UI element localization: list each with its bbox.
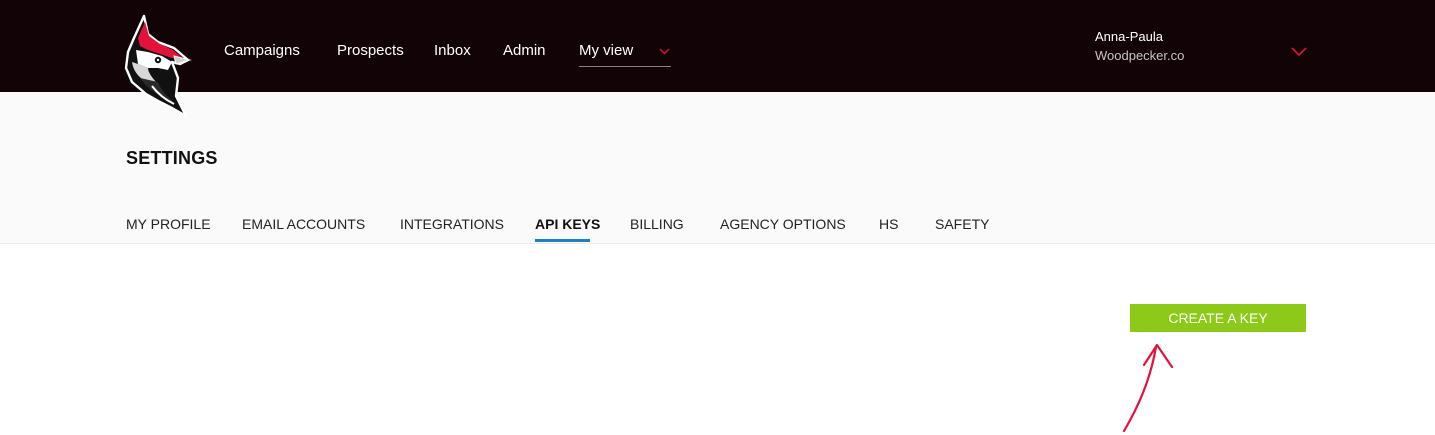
nav-item-campaigns[interactable]: Campaigns [224, 42, 300, 59]
my-view-dropdown[interactable]: My view [579, 42, 671, 67]
tab-safety[interactable]: SAFETY [935, 216, 989, 243]
settings-header: SETTINGS MY PROFILE EMAIL ACCOUNTS INTEG… [0, 92, 1435, 244]
chevron-down-icon[interactable] [1291, 47, 1307, 57]
tab-email-accounts[interactable]: EMAIL ACCOUNTS [242, 216, 365, 243]
user-organization: Woodpecker.co [1095, 48, 1185, 63]
nav-item-prospects[interactable]: Prospects [337, 42, 404, 59]
page-title: SETTINGS [126, 148, 218, 168]
tab-my-profile[interactable]: MY PROFILE [126, 216, 211, 243]
nav-item-admin[interactable]: Admin [503, 42, 546, 59]
my-view-label: My view [579, 42, 634, 59]
arrow-up-icon [1122, 343, 1174, 433]
tab-hs[interactable]: HS [879, 216, 898, 243]
active-tab-indicator [535, 239, 590, 242]
chevron-down-icon [659, 48, 670, 55]
tab-agency-options[interactable]: AGENCY OPTIONS [720, 216, 846, 243]
top-navigation-bar: Campaigns Prospects Inbox Admin My view … [0, 0, 1435, 92]
tab-billing[interactable]: BILLING [630, 216, 684, 243]
user-account[interactable]: Anna-Paula Woodpecker.co [1095, 29, 1184, 63]
woodpecker-logo-icon[interactable] [118, 12, 198, 120]
tab-integrations[interactable]: INTEGRATIONS [400, 216, 504, 243]
user-name: Anna-Paula [1095, 29, 1163, 44]
create-key-button[interactable]: CREATE A KEY [1130, 304, 1306, 332]
nav-item-inbox[interactable]: Inbox [434, 42, 471, 59]
